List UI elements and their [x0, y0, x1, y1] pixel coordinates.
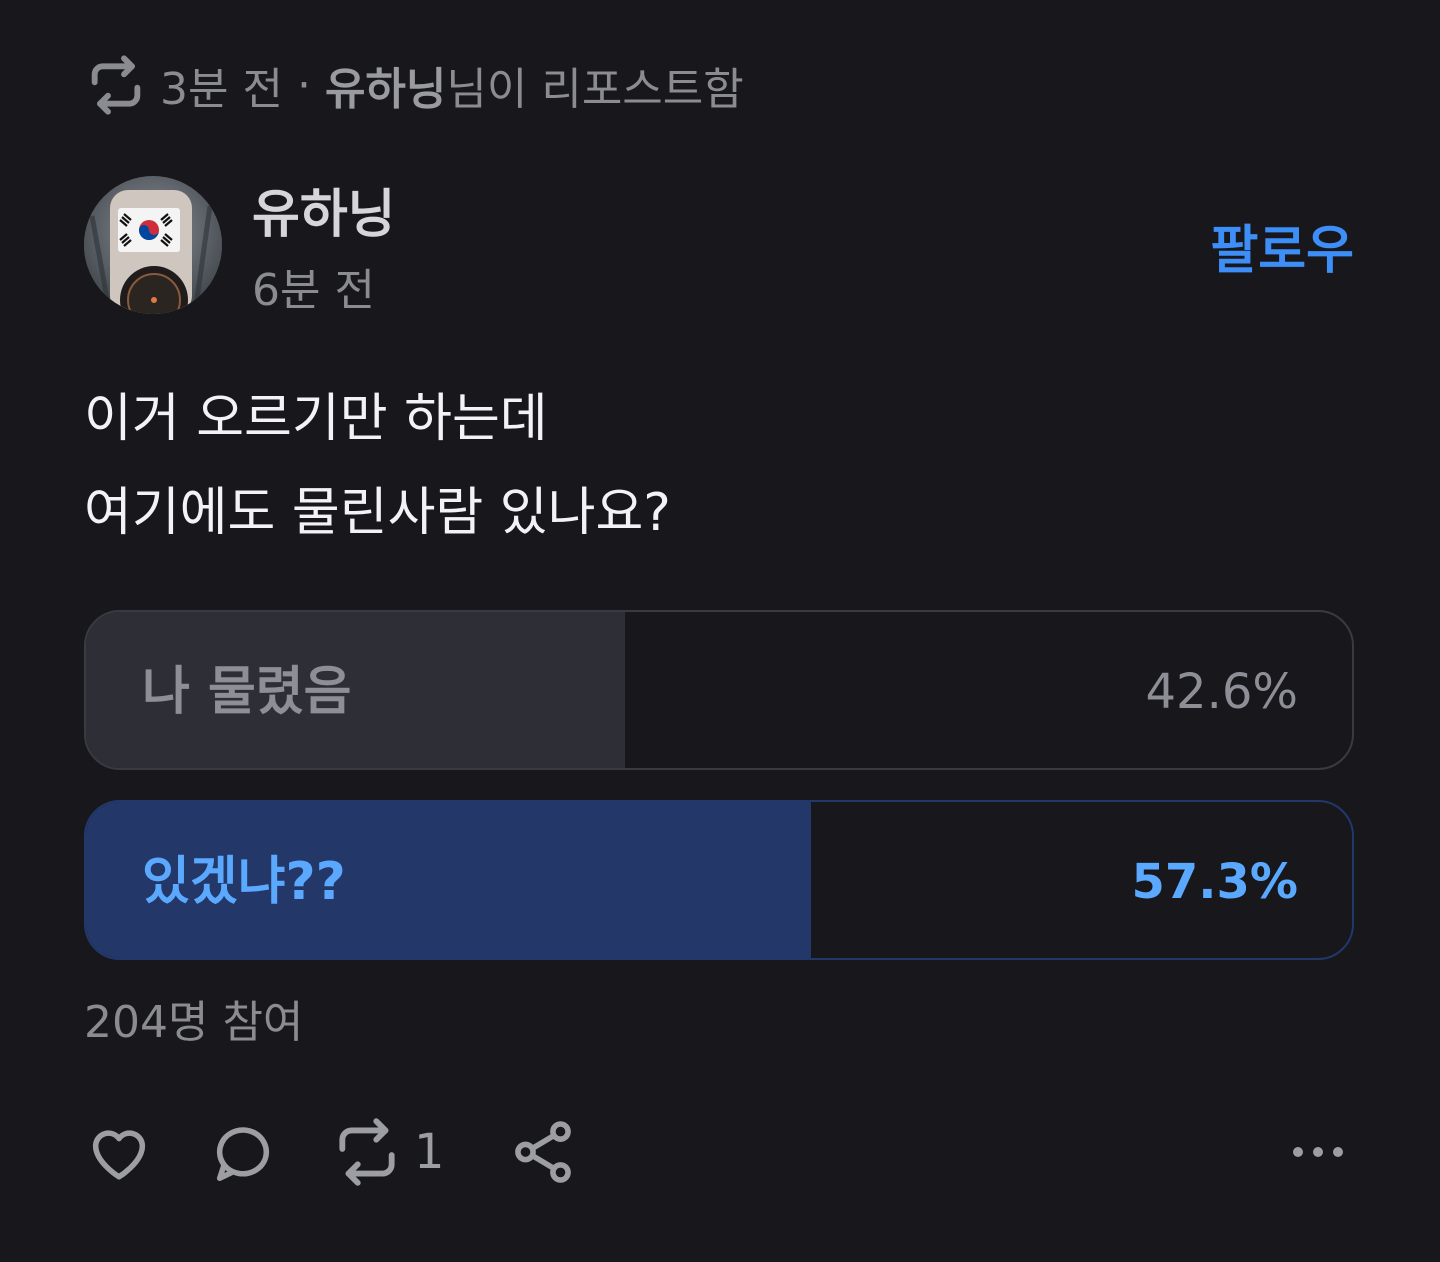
- more-icon: [1288, 1137, 1348, 1167]
- share-button[interactable]: [508, 1112, 578, 1192]
- poll-option-label: 있겠냐??: [142, 852, 346, 912]
- reply-button[interactable]: [208, 1112, 278, 1192]
- repost-time: 3분 전: [160, 64, 283, 115]
- follow-button[interactable]: 팔로우: [1210, 208, 1354, 283]
- action-bar: 1: [84, 1112, 1354, 1192]
- poll-option-label: 나 물렸음: [142, 662, 352, 722]
- share-icon: [508, 1117, 578, 1187]
- avatar[interactable]: [84, 176, 222, 314]
- repost-header: 3분 전 · 유하닝 님이 리포스트함: [84, 52, 744, 118]
- poll-option-percent: 57.3%: [1131, 854, 1298, 910]
- speech-bubble-icon: [208, 1117, 278, 1187]
- repost-icon: [84, 53, 148, 117]
- post-text-line: 이거 오르기만 하는데: [84, 389, 548, 449]
- like-button[interactable]: [84, 1112, 154, 1192]
- author-name[interactable]: 유하닝: [252, 172, 396, 247]
- repost-button[interactable]: 1: [330, 1112, 445, 1192]
- post-text: 이거 오르기만 하는데 여기에도 물린사람 있나요?: [84, 372, 1354, 560]
- post-text-line: 여기에도 물린사람 있나요?: [84, 483, 671, 543]
- repost-icon: [330, 1115, 404, 1189]
- post-time: 6분 전: [252, 265, 375, 316]
- poll-participants: 204명 참여: [84, 997, 304, 1048]
- repost-count: 1: [414, 1124, 445, 1180]
- repost-separator: ·: [296, 59, 311, 111]
- reposter-name[interactable]: 유하닝: [325, 53, 446, 117]
- poll-option[interactable]: 나 물렸음 42.6%: [84, 610, 1354, 770]
- heart-icon: [84, 1117, 154, 1187]
- more-button[interactable]: [1288, 1112, 1348, 1192]
- poll-option-selected[interactable]: 있겠냐?? 57.3%: [84, 800, 1354, 960]
- poll-option-percent: 42.6%: [1145, 664, 1298, 720]
- repost-suffix: 님이 리포스트함: [446, 64, 744, 115]
